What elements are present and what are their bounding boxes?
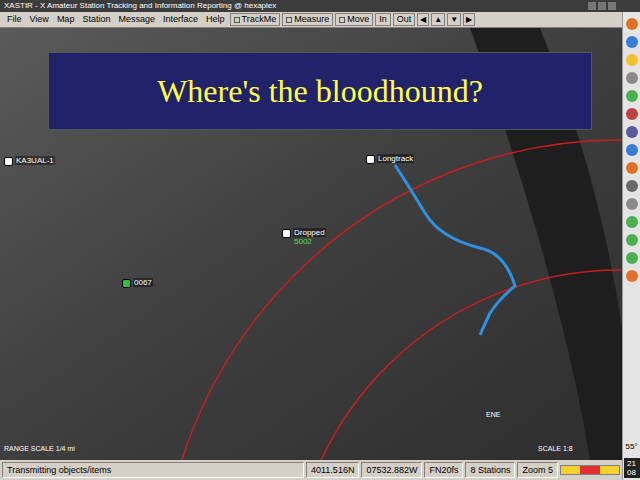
map[interactable]: Where's the bloodhound? Longtrack Dropped5… — [0, 28, 622, 460]
app-icon[interactable] — [626, 252, 638, 264]
station-icon — [366, 155, 375, 164]
zoom-button[interactable]: In — [375, 13, 391, 26]
minimize-icon[interactable] — [588, 2, 596, 10]
status-longitude: 07532.882W — [361, 462, 422, 478]
slide-title-box: Where's the bloodhound? — [48, 52, 592, 130]
pan-button[interactable]: ▲ — [431, 13, 445, 26]
map-scale: SCALE 1:8 — [538, 444, 573, 455]
range-scale: RANGE SCALE 1/4 mi — [4, 444, 75, 455]
app-icon[interactable] — [626, 234, 638, 246]
maximize-icon[interactable] — [598, 2, 606, 10]
app-icon[interactable] — [626, 270, 638, 282]
window-controls — [588, 2, 616, 10]
status-message: Transmitting objects/items — [2, 462, 304, 478]
checkbox[interactable] — [339, 17, 345, 23]
station-label: Dropped — [293, 228, 326, 237]
station-pin[interactable]: 0067 — [122, 278, 153, 288]
pan-button[interactable]: ▼ — [447, 13, 461, 26]
station-pin[interactable]: KA3UAL-1 — [4, 156, 55, 166]
menu-bar: FileViewMapStationMessageInterfaceHelpTr… — [0, 12, 622, 28]
app-icon[interactable] — [626, 180, 638, 192]
app-icon[interactable] — [626, 54, 638, 66]
menu-item[interactable]: View — [27, 13, 52, 27]
clock: 2108 — [624, 458, 640, 478]
menu-item[interactable]: Help — [203, 13, 228, 27]
status-stations: 8 Stations — [465, 462, 515, 478]
slide-title: Where's the bloodhound? — [157, 67, 483, 115]
station-label: 0067 — [133, 278, 153, 287]
station-icon — [282, 229, 291, 238]
activity-segment — [580, 466, 599, 474]
menu-item[interactable]: File — [4, 13, 25, 27]
toggle-button[interactable]: Measure — [282, 13, 333, 26]
track-line — [395, 165, 515, 335]
zoom-button[interactable]: Out — [393, 13, 416, 26]
station-icon — [4, 157, 13, 166]
app-icon[interactable] — [626, 108, 638, 120]
dock: 55° 2108 — [622, 12, 640, 480]
title-bar: XASTIR - X Amateur Station Tracking and … — [0, 0, 640, 12]
menu-item[interactable]: Station — [79, 13, 113, 27]
app-icon[interactable] — [626, 198, 638, 210]
app-icon[interactable] — [626, 126, 638, 138]
toggle-button[interactable]: Move — [335, 13, 373, 26]
menu-item[interactable]: Map — [54, 13, 78, 27]
range-circle — [160, 140, 622, 460]
activity-segment — [561, 466, 580, 474]
checkbox[interactable] — [286, 17, 292, 23]
station-label: Longtrack — [377, 154, 414, 163]
status-grid: FN20fs — [424, 462, 463, 478]
status-bar: Transmitting objects/items4011.516N07532… — [0, 460, 622, 480]
pan-button[interactable]: ▶ — [463, 13, 475, 26]
activity-segment — [600, 466, 619, 474]
close-icon[interactable] — [608, 2, 616, 10]
app-icon[interactable] — [626, 144, 638, 156]
checkbox[interactable] — [234, 17, 240, 23]
app-icon[interactable] — [626, 72, 638, 84]
activity-bar — [560, 465, 620, 475]
clock-digits: 21 — [627, 459, 636, 468]
status-zoom: Zoom 5 — [517, 462, 558, 478]
menu-item[interactable]: Message — [115, 13, 158, 27]
app-icon[interactable] — [626, 216, 638, 228]
toggle-button[interactable]: TrackMe — [230, 13, 281, 26]
pan-button[interactable]: ◀ — [417, 13, 429, 26]
marker-label: ENE — [486, 410, 500, 421]
station-sub: 5002 — [293, 237, 326, 246]
station-pin[interactable]: Longtrack — [366, 154, 414, 164]
screen: XASTIR - X Amateur Station Tracking and … — [0, 0, 640, 480]
app-icon[interactable] — [626, 90, 638, 102]
window-title: XASTIR - X Amateur Station Tracking and … — [4, 0, 588, 12]
temperature: 55° — [625, 442, 637, 452]
status-latitude: 4011.516N — [306, 462, 359, 478]
station-pin[interactable]: Dropped5002 — [282, 228, 326, 246]
app-icon[interactable] — [626, 36, 638, 48]
menu-item[interactable]: Interface — [160, 13, 201, 27]
app-icon[interactable] — [626, 162, 638, 174]
clock-digits: 08 — [627, 468, 636, 477]
app-icon[interactable] — [626, 18, 638, 30]
station-label: KA3UAL-1 — [15, 156, 55, 165]
range-circle — [290, 270, 622, 460]
station-icon — [122, 279, 131, 288]
